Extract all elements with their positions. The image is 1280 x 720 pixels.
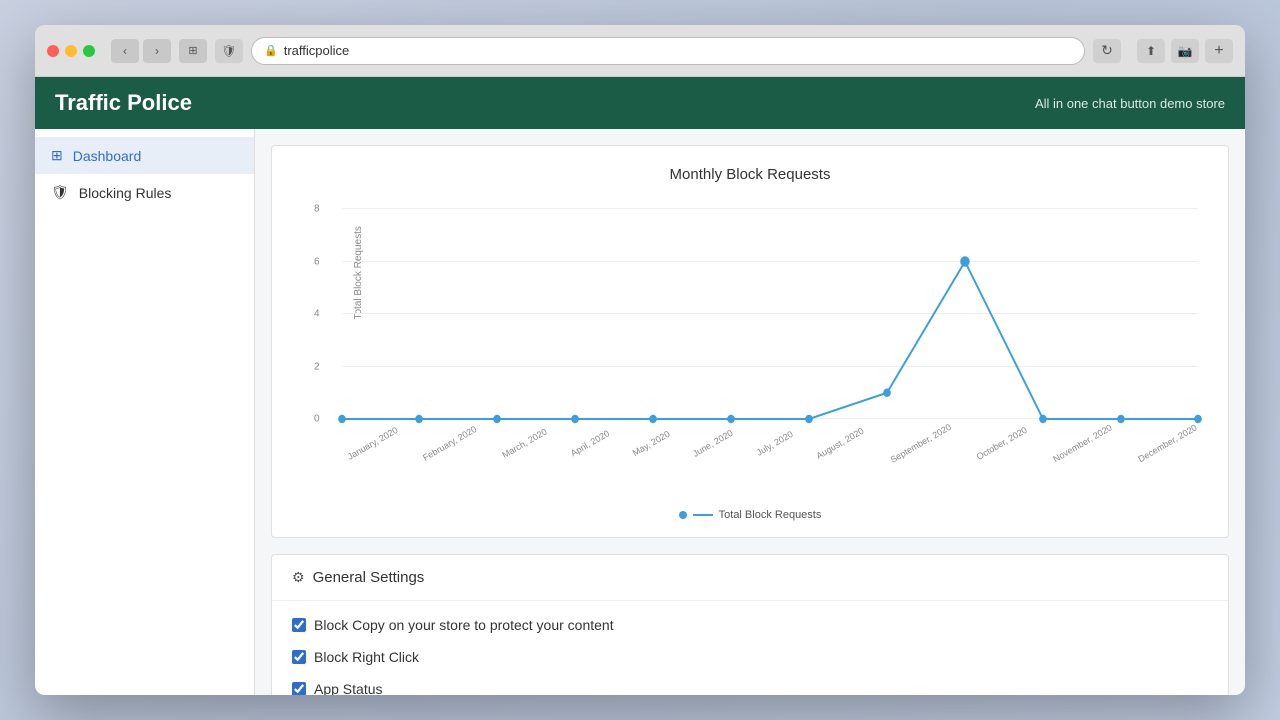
minimize-button[interactable] <box>65 45 77 57</box>
checkbox-app-status[interactable] <box>292 682 306 695</box>
dot-mar <box>493 415 501 423</box>
sidebar: ⊞ Dashboard 🛡 Blocking Rules <box>35 129 255 695</box>
label-app-status: App Status <box>314 681 383 695</box>
back-button[interactable]: ‹ <box>111 39 139 63</box>
legend-label: Total Block Requests <box>719 509 822 521</box>
checkbox-block-copy[interactable] <box>292 618 306 632</box>
settings-card: ⚙ General Settings Block Copy on your st… <box>271 554 1229 695</box>
shield-icon: 🛡 <box>215 39 243 63</box>
lock-icon: 🔒 <box>264 44 278 57</box>
store-name: All in one chat button demo store <box>1035 96 1225 111</box>
address-bar-container: 🛡 🔒 trafficpolice ↻ <box>215 37 1121 65</box>
legend-dot <box>679 511 687 519</box>
chart-container: Total Block Requests 0 2 4 6 8 <box>292 199 1208 459</box>
dot-jan <box>338 415 346 423</box>
x-label-jul: July, 2020 <box>755 429 795 458</box>
dot-jul <box>805 415 813 423</box>
chart-card: Monthly Block Requests Total Block Reque… <box>271 145 1229 538</box>
traffic-lights <box>47 45 95 57</box>
setting-block-copy: Block Copy on your store to protect your… <box>292 617 1208 633</box>
dot-oct <box>1039 415 1047 423</box>
main-content: ⊞ Dashboard 🛡 Blocking Rules Monthly Blo… <box>35 129 1245 695</box>
sidebar-item-blocking-rules[interactable]: 🛡 Blocking Rules <box>35 174 254 211</box>
browser-window: ‹ › ⊞ 🛡 🔒 trafficpolice ↻ ⬆ 📷 + Traffic … <box>35 25 1245 695</box>
chart-title: Monthly Block Requests <box>292 166 1208 183</box>
dot-dec <box>1194 415 1202 423</box>
forward-button[interactable]: › <box>143 39 171 63</box>
fullscreen-button[interactable] <box>83 45 95 57</box>
sidebar-label-dashboard: Dashboard <box>73 148 142 164</box>
dot-nov <box>1117 415 1125 423</box>
x-label-sep: September, 2020 <box>888 422 952 465</box>
chart-legend: Total Block Requests <box>292 509 1208 521</box>
address-bar[interactable]: 🔒 trafficpolice <box>251 37 1085 65</box>
browser-actions: ⬆ 📷 + <box>1137 39 1233 63</box>
dot-sep <box>960 256 970 267</box>
setting-app-status: App Status <box>292 681 1208 695</box>
legend-line <box>693 514 713 516</box>
x-label-mar: March, 2020 <box>500 426 548 460</box>
share-button[interactable]: ⬆ <box>1137 39 1165 63</box>
shield-icon: 🛡 <box>51 184 69 201</box>
tab-grid-button[interactable]: ⊞ <box>179 39 207 63</box>
content-area: Monthly Block Requests Total Block Reque… <box>255 129 1245 695</box>
close-button[interactable] <box>47 45 59 57</box>
dot-aug <box>883 389 891 397</box>
browser-chrome: ‹ › ⊞ 🛡 🔒 trafficpolice ↻ ⬆ 📷 + <box>35 25 1245 77</box>
x-label-jan: January, 2020 <box>346 425 400 462</box>
grid-icon: ⊞ <box>51 147 63 164</box>
dot-feb <box>415 415 423 423</box>
x-label-dec: December, 2020 <box>1136 422 1198 464</box>
setting-block-right-click: Block Right Click <box>292 649 1208 665</box>
label-block-right-click: Block Right Click <box>314 649 419 665</box>
x-label-nov: November, 2020 <box>1051 422 1113 464</box>
label-block-copy: Block Copy on your store to protect your… <box>314 617 614 633</box>
sidebar-item-dashboard[interactable]: ⊞ Dashboard <box>35 137 254 174</box>
x-label-may: May, 2020 <box>631 429 672 458</box>
settings-title: General Settings <box>313 569 425 586</box>
settings-header: ⚙ General Settings <box>272 555 1228 601</box>
url-text: trafficpolice <box>284 43 350 58</box>
app-title: Traffic Police <box>55 90 192 116</box>
dot-apr <box>571 415 579 423</box>
nav-buttons: ‹ › <box>111 39 171 63</box>
chart-area: Total Block Requests 0 2 4 6 8 <box>342 209 1198 419</box>
chart-line <box>342 262 1198 420</box>
reload-button[interactable]: ↻ <box>1093 39 1121 63</box>
dot-jun <box>727 415 735 423</box>
chart-svg <box>342 209 1198 419</box>
gear-icon: ⚙ <box>292 569 305 586</box>
x-label-oct: October, 2020 <box>975 425 1029 462</box>
settings-body: Block Copy on your store to protect your… <box>272 601 1228 695</box>
app-layout: Traffic Police All in one chat button de… <box>35 77 1245 695</box>
x-label-jun: June, 2020 <box>691 428 735 459</box>
x-label-apr: April, 2020 <box>569 428 611 458</box>
top-bar: Traffic Police All in one chat button de… <box>35 77 1245 129</box>
screenshot-button[interactable]: 📷 <box>1171 39 1199 63</box>
dot-may <box>649 415 657 423</box>
x-labels: January, 2020 February, 2020 March, 2020… <box>342 439 1198 449</box>
x-label-feb: February, 2020 <box>421 424 478 463</box>
x-label-aug: August, 2020 <box>815 426 866 461</box>
checkbox-block-right-click[interactable] <box>292 650 306 664</box>
new-tab-button[interactable]: + <box>1205 39 1233 63</box>
sidebar-label-blocking-rules: Blocking Rules <box>79 185 172 201</box>
